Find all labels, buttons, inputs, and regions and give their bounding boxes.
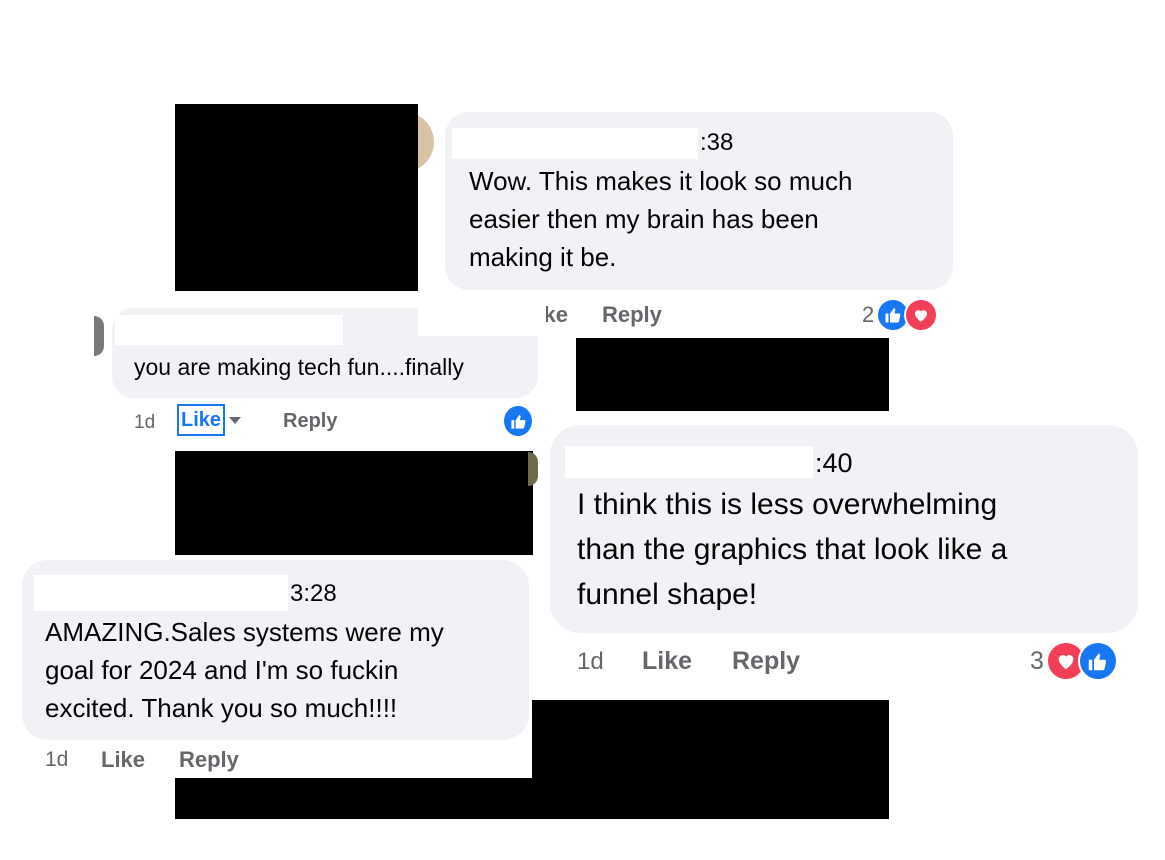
avatar[interactable] xyxy=(528,452,538,486)
comment-text-line: making it be. xyxy=(469,242,617,272)
like-button[interactable]: Like xyxy=(101,747,145,773)
redacted-name xyxy=(115,315,343,345)
comment-age: 1d xyxy=(577,648,604,675)
chevron-down-icon[interactable] xyxy=(229,416,242,424)
reaction-count: 3 xyxy=(1030,646,1044,675)
redacted-name xyxy=(452,128,698,159)
like-button[interactable]: Like xyxy=(642,647,692,676)
reaction-summary[interactable]: 3 xyxy=(1030,641,1118,681)
reaction-count: 2 xyxy=(862,302,875,327)
comment-text-line: funnel shape! xyxy=(577,578,758,611)
comment-text-line: than the graphics that look like a xyxy=(577,533,1008,566)
comment-text-line: AMAZING.Sales systems were my xyxy=(45,617,444,647)
like-icon xyxy=(502,404,534,438)
avatar[interactable] xyxy=(94,316,104,356)
redacted-name xyxy=(34,575,288,611)
like-button[interactable]: Like xyxy=(176,404,242,436)
reaction-summary[interactable] xyxy=(502,404,534,438)
redacted-name xyxy=(565,446,813,478)
reply-button[interactable]: Reply xyxy=(732,647,800,676)
like-button-label[interactable]: Like xyxy=(176,404,226,436)
comment-time-fragment: 3:28 xyxy=(290,580,337,607)
like-icon xyxy=(1077,641,1118,681)
comment-text-line: excited. Thank you so much!!!! xyxy=(45,693,398,723)
reply-button[interactable]: Reply xyxy=(283,410,337,433)
comment-time-fragment: :40 xyxy=(815,448,853,478)
redacted-block xyxy=(576,338,889,411)
redacted-corner xyxy=(418,291,543,336)
comment-text-line: goal for 2024 and I'm so fuckin xyxy=(45,655,399,685)
comment-text: you are making tech fun....finally xyxy=(134,354,464,380)
comment-text-line: easier then my brain has been xyxy=(469,204,819,234)
comment-text-line: I think this is less overwhelming xyxy=(577,488,998,521)
comment-age: 1d xyxy=(134,412,156,433)
redacted-block xyxy=(175,451,533,555)
redacted-block xyxy=(175,104,418,291)
love-icon xyxy=(904,298,939,332)
reply-button[interactable]: Reply xyxy=(602,302,662,328)
comment-age: 1d xyxy=(45,748,69,771)
reply-button[interactable]: Reply xyxy=(179,747,239,773)
comment-time-fragment: :38 xyxy=(700,129,734,156)
comment-text-line: Wow. This makes it look so much xyxy=(469,166,853,196)
reaction-summary[interactable]: 2 xyxy=(862,298,939,332)
